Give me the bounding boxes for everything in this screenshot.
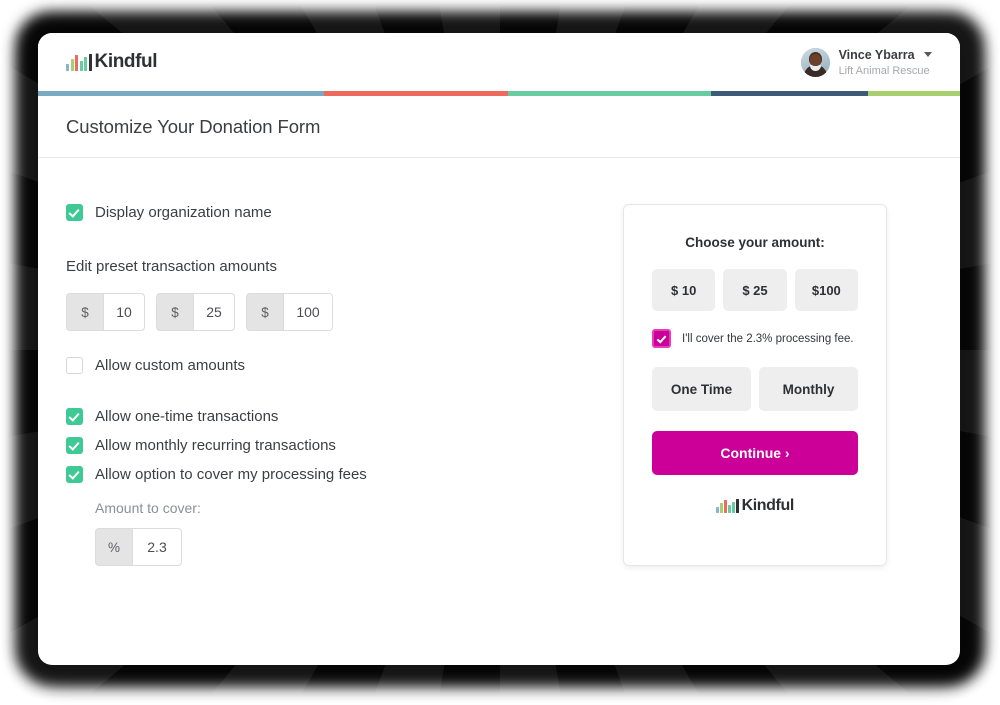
- preview-fee-label: I'll cover the 2.3% processing fee.: [682, 332, 854, 345]
- user-menu[interactable]: Vince Ybarra Lift Animal Rescue: [800, 46, 932, 78]
- preset-amount-1[interactable]: $ 10: [66, 293, 145, 331]
- preview-continue-button[interactable]: Continue ›: [652, 431, 858, 475]
- stripe-segment-2: [323, 91, 509, 96]
- form-settings-column: Display organization name Edit preset tr…: [66, 204, 611, 566]
- option-display-org-label: Display organization name: [95, 204, 272, 221]
- preview-amount-1[interactable]: $ 10: [652, 269, 716, 311]
- preview-amount-2[interactable]: $ 25: [723, 269, 787, 311]
- checkbox-display-org[interactable]: [66, 204, 83, 221]
- stripe-segment-5: [867, 91, 960, 96]
- option-allow-one-time[interactable]: Allow one-time transactions: [66, 408, 611, 425]
- checkbox-cover-fees[interactable]: [66, 466, 83, 483]
- kindful-bars-logo-icon: [66, 53, 92, 71]
- screenshot-root: Kindful Vince Ybarra Lift Animal Rescue: [0, 0, 1000, 705]
- stripe-segment-3: [508, 91, 712, 96]
- preview-fee-option[interactable]: I'll cover the 2.3% processing fee.: [652, 329, 858, 348]
- amount-to-cover-input[interactable]: 2.3: [132, 528, 182, 566]
- app-window: Kindful Vince Ybarra Lift Animal Rescue: [38, 33, 960, 665]
- amount-to-cover-group[interactable]: % 2.3: [95, 528, 611, 566]
- preset-amounts-label: Edit preset transaction amounts: [66, 258, 277, 275]
- checkbox-allow-monthly[interactable]: [66, 437, 83, 454]
- preview-frequency-monthly[interactable]: Monthly: [759, 367, 858, 411]
- app-header: Kindful Vince Ybarra Lift Animal Rescue: [38, 33, 960, 91]
- option-allow-custom-label: Allow custom amounts: [95, 357, 246, 374]
- checkbox-preview-cover-fee[interactable]: [652, 329, 671, 348]
- option-cover-fees-label: Allow option to cover my processing fees: [95, 466, 367, 483]
- preset-amount-2[interactable]: $ 25: [156, 293, 235, 331]
- chevron-down-icon[interactable]: [924, 52, 932, 58]
- kindful-footer-logo: Kindful: [716, 497, 794, 515]
- preview-amount-buttons: $ 10 $ 25 $100: [652, 269, 858, 311]
- page-title: Customize Your Donation Form: [66, 115, 321, 137]
- preview-footer-logo: Kindful: [652, 497, 858, 515]
- kindful-footer-logo-text: Kindful: [741, 497, 795, 514]
- preset-amount-3[interactable]: $ 100: [246, 293, 333, 331]
- preset-amount-2-input[interactable]: 25: [193, 293, 235, 331]
- user-menu-text: Vince Ybarra Lift Animal Rescue: [839, 46, 932, 78]
- preset-amount-3-input[interactable]: 100: [283, 293, 333, 331]
- kindful-bars-logo-icon: [716, 499, 739, 513]
- percent-prefix: %: [95, 528, 132, 566]
- option-cover-fees[interactable]: Allow option to cover my processing fees: [66, 466, 611, 483]
- currency-prefix: $: [66, 293, 103, 331]
- stripe-segment-4: [711, 91, 868, 96]
- currency-prefix: $: [246, 293, 283, 331]
- kindful-logo-text: Kindful: [94, 51, 158, 72]
- kindful-logo[interactable]: Kindful: [66, 51, 158, 73]
- brand-color-stripe: [38, 91, 960, 96]
- preview-amount-3[interactable]: $100: [794, 269, 858, 311]
- user-name: Vince Ybarra: [838, 47, 915, 62]
- checkbox-allow-one-time[interactable]: [66, 408, 83, 425]
- user-avatar-photo: [800, 47, 830, 77]
- option-allow-one-time-label: Allow one-time transactions: [95, 408, 279, 425]
- option-allow-monthly[interactable]: Allow monthly recurring transactions: [66, 437, 611, 454]
- preview-title: Choose your amount:: [685, 235, 825, 250]
- user-organization: Lift Animal Rescue: [838, 65, 930, 78]
- currency-prefix: $: [156, 293, 193, 331]
- donation-form-preview: Choose your amount: $ 10 $ 25 $100 I'll …: [623, 204, 887, 566]
- preview-frequency-buttons: One Time Monthly: [652, 367, 858, 411]
- page-content: Display organization name Edit preset tr…: [38, 158, 960, 566]
- stripe-segment-1: [38, 91, 324, 96]
- page-title-bar: Customize Your Donation Form: [38, 96, 960, 158]
- preview-frequency-one-time[interactable]: One Time: [652, 367, 751, 411]
- option-display-org[interactable]: Display organization name: [66, 204, 611, 221]
- preset-amount-inputs: $ 10 $ 25 $ 100: [66, 293, 611, 331]
- preview-column: Choose your amount: $ 10 $ 25 $100 I'll …: [611, 204, 932, 566]
- checkbox-allow-custom[interactable]: [66, 357, 83, 374]
- option-allow-monthly-label: Allow monthly recurring transactions: [95, 437, 336, 454]
- option-allow-custom[interactable]: Allow custom amounts: [66, 357, 611, 374]
- preset-amount-1-input[interactable]: 10: [103, 293, 145, 331]
- amount-to-cover-label: Amount to cover:: [95, 500, 201, 516]
